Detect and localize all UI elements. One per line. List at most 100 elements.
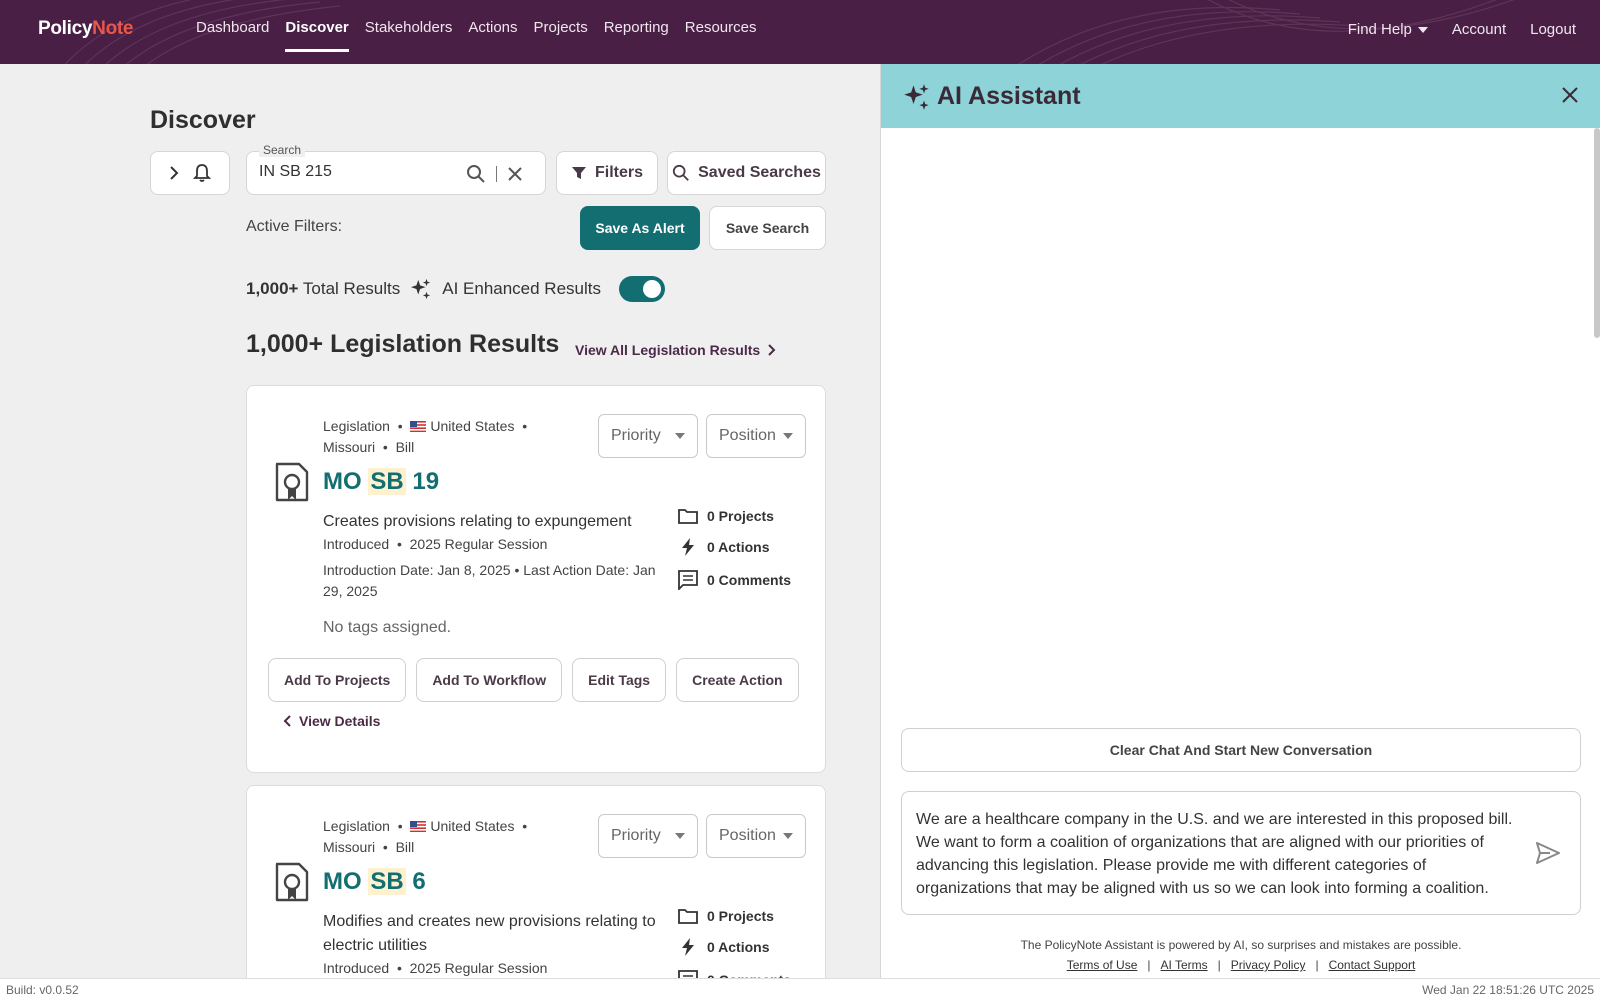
- chevron-right-icon[interactable]: [169, 166, 179, 180]
- contact-support-link[interactable]: Contact Support: [1329, 958, 1416, 972]
- search-icon[interactable]: [466, 164, 486, 184]
- bill-title-link[interactable]: MO SB 6: [323, 868, 426, 896]
- ai-enhanced-toggle[interactable]: [619, 276, 665, 302]
- edit-tags-button[interactable]: Edit Tags: [572, 658, 667, 702]
- comments-count[interactable]: 0 Comments: [677, 570, 791, 590]
- bill-title-link[interactable]: MO SB 19: [323, 468, 439, 496]
- results-summary: 1,000+ Total Results AI Enhanced Results: [246, 276, 665, 302]
- terms-of-use-link[interactable]: Terms of Use: [1067, 958, 1138, 972]
- total-count: 1,000+: [246, 279, 299, 298]
- nav-dashboard[interactable]: Dashboard: [196, 0, 269, 52]
- projects-label: 0 Projects: [707, 908, 774, 924]
- total-label: Total Results: [302, 279, 401, 298]
- add-to-projects-button[interactable]: Add To Projects: [268, 658, 407, 702]
- chevron-right-icon: [768, 344, 776, 356]
- actions-count[interactable]: 0 Actions: [677, 538, 791, 556]
- actions-count[interactable]: 0 Actions: [677, 938, 791, 956]
- search-input[interactable]: [259, 163, 439, 181]
- nav-logout[interactable]: Logout: [1530, 2, 1576, 54]
- ai-terms-link[interactable]: AI Terms: [1161, 958, 1208, 972]
- nav-reporting[interactable]: Reporting: [604, 0, 669, 52]
- page-title: Discover: [150, 106, 256, 134]
- position-select[interactable]: Position: [706, 814, 806, 858]
- send-icon[interactable]: [1536, 842, 1560, 864]
- bill-prefix: MO: [323, 468, 362, 495]
- result-meta: Legislation • United States • Missouri •…: [323, 418, 528, 455]
- projects-count[interactable]: 0 Projects: [677, 908, 791, 924]
- bill-number: 6: [412, 868, 426, 895]
- separator: |: [1217, 958, 1221, 972]
- result-country: United States: [430, 418, 515, 434]
- clear-search-icon[interactable]: [507, 166, 523, 182]
- status-bar: Build: v0.0.52 Wed Jan 22 18:51:26 UTC 2…: [0, 978, 1600, 1000]
- save-search-button[interactable]: Save Search: [709, 206, 826, 250]
- result-kind: Bill: [395, 439, 415, 455]
- saved-searches-button[interactable]: Saved Searches: [667, 151, 826, 195]
- alerts-toggle-box[interactable]: [150, 151, 230, 195]
- clear-chat-button[interactable]: Clear Chat And Start New Conversation: [901, 728, 1581, 772]
- nav-discover[interactable]: Discover: [285, 0, 349, 52]
- chevron-down-icon: [675, 433, 685, 439]
- nav-actions[interactable]: Actions: [468, 0, 517, 52]
- chat-input[interactable]: We are a healthcare company in the U.S. …: [901, 791, 1581, 915]
- find-help-menu[interactable]: Find Help: [1348, 2, 1428, 54]
- view-details-label: View Details: [299, 713, 381, 729]
- separator: |: [1315, 958, 1319, 972]
- separator: |: [1147, 958, 1151, 972]
- document-icon: [275, 462, 309, 502]
- bill-number: 19: [412, 468, 440, 495]
- result-state: Missouri: [323, 439, 376, 455]
- create-action-button[interactable]: Create Action: [676, 658, 799, 702]
- us-flag-icon: [410, 421, 427, 432]
- scrollbar[interactable]: [1594, 128, 1600, 338]
- view-all-label: View All Legislation Results: [575, 342, 761, 358]
- bill-highlight: SB: [368, 468, 406, 495]
- divider: [496, 166, 497, 182]
- search-field[interactable]: Search: [246, 143, 546, 195]
- view-details-link[interactable]: View Details: [283, 713, 380, 729]
- filters-button[interactable]: Filters: [556, 151, 658, 195]
- privacy-policy-link[interactable]: Privacy Policy: [1231, 958, 1306, 972]
- lightning-icon: [682, 938, 694, 956]
- ai-assistant-title: AI Assistant: [937, 82, 1081, 110]
- nav-projects[interactable]: Projects: [534, 0, 588, 52]
- chevron-down-icon: [783, 833, 793, 839]
- chevron-down-icon: [783, 433, 793, 439]
- actions-label: 0 Actions: [707, 939, 770, 955]
- nav-stakeholders[interactable]: Stakeholders: [365, 0, 453, 52]
- bill-status: Introduced • 2025 Regular Session: [323, 536, 548, 552]
- bill-dates: Introduction Date: Jan 8, 2025 • Last Ac…: [323, 562, 656, 599]
- add-to-workflow-button[interactable]: Add To Workflow: [416, 658, 563, 702]
- filters-label: Filters: [594, 164, 643, 181]
- bill-stats: 0 Projects 0 Actions 0 Comments: [677, 508, 791, 590]
- result-country: United States: [430, 818, 515, 834]
- actions-label: 0 Actions: [707, 539, 770, 555]
- chevron-down-icon: [1417, 27, 1428, 34]
- view-all-legislation-link[interactable]: View All Legislation Results: [575, 342, 776, 358]
- position-label: Position: [719, 427, 776, 444]
- nav-account[interactable]: Account: [1452, 2, 1506, 54]
- lightning-icon: [682, 538, 694, 556]
- projects-count[interactable]: 0 Projects: [677, 508, 791, 524]
- comments-label: 0 Comments: [707, 572, 792, 588]
- ai-enhanced-label: AI Enhanced Results: [442, 279, 601, 298]
- policynote-logo[interactable]: PolicyNote: [38, 18, 134, 40]
- bill-description: Creates provisions relating to expungeme…: [323, 513, 632, 530]
- position-select[interactable]: Position: [706, 414, 806, 458]
- saved-searches-label: Saved Searches: [698, 164, 821, 181]
- comment-icon: [678, 570, 698, 590]
- result-type: Legislation: [323, 818, 390, 834]
- nav-resources[interactable]: Resources: [685, 0, 757, 52]
- us-flag-icon: [410, 821, 427, 832]
- chat-input-text[interactable]: We are a healthcare company in the U.S. …: [916, 808, 1516, 900]
- bell-icon[interactable]: [193, 163, 211, 183]
- bill-status: Introduced • 2025 Regular Session: [323, 960, 548, 976]
- priority-select[interactable]: Priority: [598, 814, 698, 858]
- priority-select[interactable]: Priority: [598, 414, 698, 458]
- chevron-left-icon: [283, 715, 291, 727]
- bill-description: Modifies and creates new provisions rela…: [323, 913, 656, 954]
- priority-label: Priority: [611, 427, 661, 444]
- result-state: Missouri: [323, 839, 376, 855]
- close-icon[interactable]: [1561, 86, 1579, 104]
- save-as-alert-button[interactable]: Save As Alert: [580, 206, 700, 250]
